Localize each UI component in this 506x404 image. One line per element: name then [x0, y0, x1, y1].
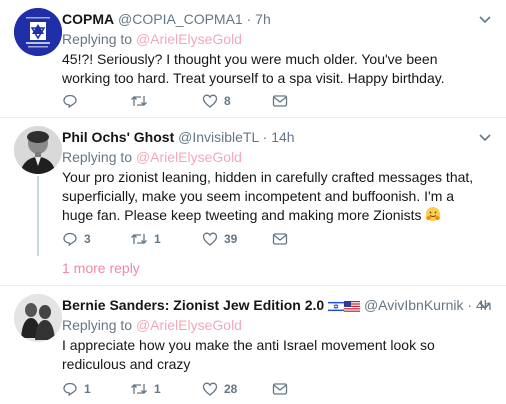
retweet-count: 1 — [154, 232, 161, 246]
direct-message-button[interactable] — [272, 230, 288, 248]
mention-link[interactable]: @ArielElyseGold — [136, 317, 242, 333]
tweet-author-name[interactable]: COPMA — [62, 11, 114, 27]
direct-message-button[interactable] — [272, 380, 288, 398]
hugging-face-emoji-icon — [426, 207, 441, 221]
reply-count: 1 — [84, 382, 91, 396]
reply-count: 3 — [84, 232, 91, 246]
reply-button[interactable]: 1 — [62, 380, 91, 398]
tweet-timestamp[interactable]: 14h — [271, 129, 294, 145]
mention-link[interactable]: @ArielElyseGold — [136, 149, 242, 165]
copma-logo-icon — [14, 8, 62, 56]
tweet-timestamp[interactable]: 7h — [255, 11, 271, 27]
phil-ochs-photo-icon — [14, 126, 62, 174]
like-button[interactable]: 28 — [202, 380, 237, 398]
heart-icon — [202, 382, 218, 396]
retweet-button[interactable] — [130, 92, 154, 110]
reply-button[interactable]: 3 — [62, 230, 91, 248]
like-count: 39 — [224, 232, 238, 246]
israel-flag-icon — [328, 301, 345, 312]
us-flag-icon — [344, 301, 361, 312]
retweet-button[interactable]: 1 — [130, 380, 161, 398]
reply-button[interactable] — [62, 92, 84, 110]
bernie-photo-icon — [14, 294, 62, 342]
replying-to-label: Replying to — [62, 149, 133, 165]
chevron-down-icon[interactable] — [478, 13, 492, 27]
reply-icon — [63, 94, 77, 109]
separator-dot: · — [262, 129, 268, 145]
retweet-button[interactable]: 1 — [130, 230, 161, 248]
envelope-icon — [272, 95, 288, 107]
envelope-icon — [272, 233, 288, 245]
like-count: 28 — [224, 382, 238, 396]
tweet-text: 45!?! Seriously? I thought you were much… — [62, 51, 445, 86]
direct-message-button[interactable] — [272, 92, 288, 110]
thread-line — [37, 176, 39, 256]
tweet-3[interactable]: Bernie Sanders: Zionist Jew Edition 2.0 … — [0, 286, 506, 404]
heart-icon — [202, 232, 218, 246]
retweet-icon — [131, 384, 147, 394]
retweet-count: 1 — [154, 382, 161, 396]
avatar[interactable] — [14, 8, 62, 56]
mention-link[interactable]: @ArielElyseGold — [136, 31, 242, 47]
retweet-icon — [131, 96, 147, 106]
tweet-author-name[interactable]: Bernie Sanders: Zionist Jew Edition 2.0 — [62, 297, 324, 313]
tweet-author-handle[interactable]: @InvisibleTL — [178, 129, 259, 145]
separator-dot: · — [467, 297, 473, 313]
replying-to-label: Replying to — [62, 31, 133, 47]
heart-icon — [202, 94, 218, 108]
like-button[interactable]: 8 — [202, 92, 231, 110]
chevron-down-icon[interactable] — [478, 299, 492, 313]
avatar[interactable] — [14, 126, 62, 174]
tweet-author-handle[interactable]: @COPIA_COPMA1 — [118, 11, 243, 27]
tweet-author-handle[interactable]: @AvivIbnKurnik — [364, 297, 464, 313]
retweet-icon — [131, 234, 147, 244]
like-count: 8 — [224, 94, 231, 108]
avatar[interactable] — [14, 294, 62, 342]
tweet-text: I appreciate how you make the anti Israe… — [62, 337, 435, 372]
tweet-1[interactable]: COPMA @COPIA_COPMA1 · 7h Replying to @Ar… — [0, 0, 506, 118]
like-button[interactable]: 39 — [202, 230, 237, 248]
tweet-2[interactable]: Phil Ochs' Ghost @InvisibleTL · 14h Repl… — [0, 118, 506, 286]
replying-to-label: Replying to — [62, 317, 133, 333]
reply-icon — [63, 382, 77, 397]
more-replies-link[interactable]: 1 more reply — [62, 260, 140, 276]
separator-dot: · — [246, 11, 252, 27]
reply-icon — [63, 232, 77, 247]
tweet-text: Your pro zionist leaning, hidden in care… — [62, 169, 474, 223]
chevron-down-icon[interactable] — [478, 131, 492, 145]
tweet-author-name[interactable]: Phil Ochs' Ghost — [62, 129, 174, 145]
envelope-icon — [272, 383, 288, 395]
